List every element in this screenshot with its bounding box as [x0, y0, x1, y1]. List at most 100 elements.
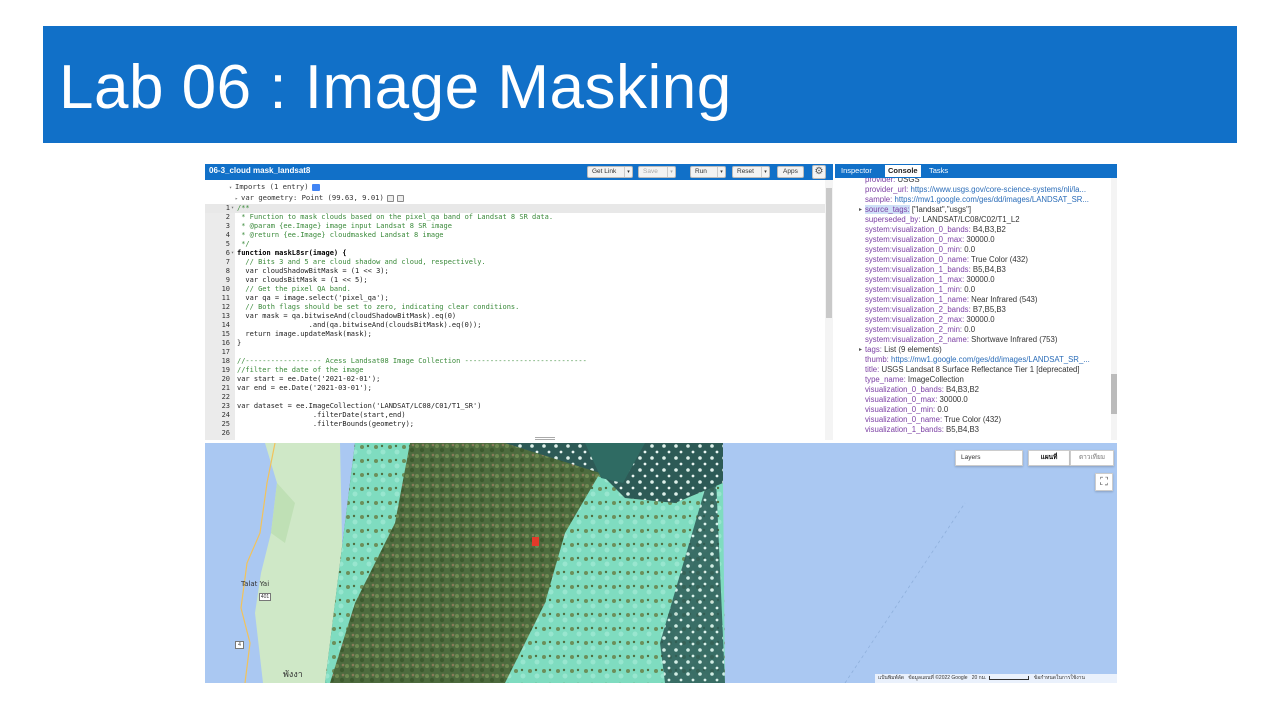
code-area[interactable]: 1 ▾/** 2 * Function to mask clouds based o… [205, 204, 825, 440]
property-key: type_name: [865, 375, 906, 384]
code-line[interactable]: 25 .filterBounds(geometry); [205, 420, 825, 429]
tab-console[interactable]: Console [885, 165, 921, 177]
chevron-down-icon[interactable]: ▾ [229, 185, 232, 191]
line-number: 25 [221, 420, 230, 428]
property-value: USGS Landsat 8 Surface Reflectance Tier … [879, 365, 1080, 374]
console-property-line[interactable]: source_tags: ["landsat","usgs"] [859, 205, 971, 215]
console-property-line: system:visualization_0_min: 0.0 [865, 245, 975, 255]
run-dropdown-icon[interactable]: ▾ [717, 167, 725, 177]
earth-engine-screenshot: 06-3_cloud mask_landsat8 Get Link ▾ Save ▾… [205, 164, 1117, 683]
line-number: 8 [225, 267, 230, 275]
code-line[interactable]: 17 [205, 348, 825, 357]
code-text: */ [237, 240, 250, 248]
get-link-dropdown-icon[interactable]: ▾ [624, 167, 632, 177]
reset-dropdown-icon[interactable]: ▾ [761, 167, 769, 177]
save-dropdown-icon[interactable]: ▾ [667, 167, 675, 177]
property-key: title: [865, 365, 880, 374]
import-geometry[interactable]: ▸ var geometry: Point (99.63, 9.01) [235, 193, 404, 202]
property-key: visualization_0_bands: [865, 385, 944, 394]
save-button[interactable]: Save ▾ [638, 166, 676, 178]
imports-header[interactable]: ▾ Imports (1 entry) [229, 182, 320, 191]
code-line[interactable]: 10 // Get the pixel QA band. [205, 285, 825, 294]
property-key: system:visualization_0_max: [865, 235, 965, 244]
code-line[interactable]: 6 ▾ function maskL8sr(image) { [205, 249, 825, 258]
gear-icon[interactable]: ⚙ [812, 165, 826, 179]
console-property-line: visualization_0_bands: B4,B3,B2 [865, 385, 979, 395]
console-scroll-thumb[interactable] [1111, 374, 1117, 414]
console-property-line[interactable]: thumb: https://mw1.google.com/ges/dd/ima… [865, 355, 1090, 365]
line-number: 14 [221, 321, 230, 329]
code-line[interactable]: 5 */ [205, 240, 825, 249]
code-line[interactable]: 14 .and(qa.bitwiseAnd(cloudsBitMask).eq(… [205, 321, 825, 330]
code-line[interactable]: 22 [205, 393, 825, 402]
property-value: USGS [895, 178, 920, 184]
tab-inspector[interactable]: Inspector [841, 166, 872, 175]
console-tab-bar: Inspector Console Tasks [835, 164, 1117, 178]
property-link[interactable]: https://mw1.google.com/ges/dd/images/LAN… [892, 195, 1088, 204]
edit-icon[interactable] [386, 194, 394, 202]
layers-dropdown[interactable]: Layers [955, 450, 1023, 466]
code-line[interactable]: 16} [205, 339, 825, 348]
code-line[interactable]: 24 .filterDate(start,end) [205, 411, 825, 420]
apps-button[interactable]: Apps [777, 166, 804, 178]
console-property-line: system:visualization_1_bands: B5,B4,B3 [865, 265, 1006, 275]
code-line[interactable]: 8 var cloudShadowBitMask = (1 << 3); [205, 267, 825, 276]
get-link-label: Get Link [592, 168, 617, 175]
place-label-phangnga: พังงา [283, 670, 303, 680]
code-line[interactable]: 4 * @return {ee.Image} cloudmasked Lands… [205, 231, 825, 240]
console-property-line[interactable]: sample: https://mw1.google.com/ges/dd/im… [865, 195, 1089, 205]
map-type-satellite-button[interactable]: ดาวเทียม [1070, 450, 1114, 466]
run-button[interactable]: Run ▾ [690, 166, 726, 178]
reset-button[interactable]: Reset ▾ [732, 166, 770, 178]
code-line[interactable]: 23 var dataset = ee.ImageCollection('LAND… [205, 402, 825, 411]
code-line[interactable]: 12 // Both flags should be set to zero, … [205, 303, 825, 312]
console-scrollbar[interactable] [1111, 178, 1117, 440]
property-value: 0.0 [962, 325, 976, 334]
editor-scrollbar[interactable] [825, 180, 833, 440]
code-line[interactable]: 18 //------------------ Acess Landsat08 I… [205, 357, 825, 366]
code-text: // Get the pixel QA band. [237, 285, 351, 293]
code-line[interactable]: 1 ▾/** [205, 204, 825, 213]
code-line[interactable]: 7 // Bits 3 and 5 are cloud shadow and c… [205, 258, 825, 267]
console-property-line[interactable]: tags: List (9 elements) [859, 345, 942, 355]
property-link[interactable]: https://mw1.google.com/ges/dd/images/LAN… [889, 355, 1090, 364]
code-line[interactable]: 11 var qa = image.select('pixel_qa'); [205, 294, 825, 303]
code-line[interactable]: 19 //filter the date of the image [205, 366, 825, 375]
editor-scroll-thumb[interactable] [826, 188, 832, 318]
console-output: provider: USGS provider_url: https://www.… [835, 178, 1111, 440]
console-property-line[interactable]: provider_url: https://www.usgs.gov/core-… [865, 185, 1086, 195]
property-value: Near Infrared (543) [969, 295, 1038, 304]
code-line[interactable]: 21 var end = ee.Date('2021-03-01'); [205, 384, 825, 393]
delete-icon[interactable] [396, 194, 404, 202]
fold-toggle-icon[interactable]: ▾ [231, 249, 234, 258]
console-property-line: type_name: ImageCollection [865, 375, 964, 385]
console-property-line: system:visualization_2_bands: B7,B5,B3 [865, 305, 1006, 315]
tab-tasks[interactable]: Tasks [929, 166, 948, 175]
get-link-button[interactable]: Get Link ▾ [587, 166, 633, 178]
road-shield-401: 401 [259, 593, 271, 601]
map-view[interactable]: Talat Yai 401 4 พังงา Layers แผนที่ ดาวเ… [205, 443, 1117, 683]
console-property-line: system:visualization_2_name: Shortwave I… [865, 335, 1057, 345]
property-link[interactable]: https://www.usgs.gov/core-science-system… [908, 185, 1087, 194]
fullscreen-icon[interactable]: ⛶ [1095, 473, 1113, 491]
code-line[interactable]: 9 var cloudsBitMask = (1 << 5); [205, 276, 825, 285]
code-text: var start = ee.Date('2021-02-01'); [237, 375, 381, 383]
geometry-point-marker[interactable] [532, 537, 539, 546]
panel-resize-handle[interactable] [535, 437, 555, 440]
code-line[interactable]: 3 * @param {ee.Image} image input Landsa… [205, 222, 825, 231]
chevron-right-icon[interactable]: ▸ [235, 196, 238, 202]
place-label-talat-yai: Talat Yai [241, 580, 270, 588]
property-key: thumb: [865, 355, 889, 364]
code-line[interactable]: 20 var start = ee.Date('2021-02-01'); [205, 375, 825, 384]
map-type-map-button[interactable]: แผนที่ [1028, 450, 1070, 466]
code-line[interactable]: 2 * Function to mask clouds based on the… [205, 213, 825, 222]
line-number: 12 [221, 303, 230, 311]
code-line[interactable]: 26 [205, 429, 825, 438]
show-imports-icon[interactable] [311, 183, 320, 191]
fold-toggle-icon[interactable]: ▾ [231, 204, 234, 213]
code-line[interactable]: 15 return image.updateMask(mask); [205, 330, 825, 339]
terms-link[interactable]: ข้อกำหนดในการใช้งาน [1034, 675, 1085, 681]
keyboard-shortcuts-link[interactable]: แป้นพิมพ์ลัด [878, 675, 904, 681]
property-value: 0.0 [935, 405, 949, 414]
code-line[interactable]: 13 var mask = qa.bitwiseAnd(cloudShadowB… [205, 312, 825, 321]
